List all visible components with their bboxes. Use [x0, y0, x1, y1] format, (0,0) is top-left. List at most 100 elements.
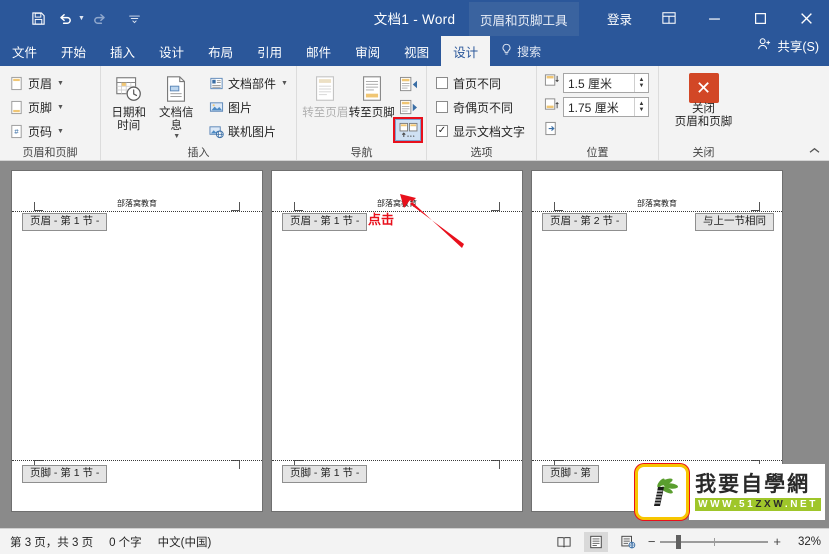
read-mode-view-button[interactable] — [552, 532, 576, 552]
close-button[interactable] — [783, 0, 829, 36]
zoom-slider[interactable]: − + — [648, 534, 781, 549]
doc-info-icon — [160, 73, 192, 105]
ribbon-display-options-icon[interactable] — [646, 0, 691, 36]
save-icon[interactable] — [26, 7, 50, 29]
undo-icon[interactable] — [53, 7, 77, 29]
share-person-icon — [757, 37, 772, 54]
undo-dropdown-icon[interactable]: ▼ — [78, 15, 85, 22]
tab-header-footer-design[interactable]: 设计 — [441, 36, 491, 66]
tab-mailings[interactable]: 邮件 — [294, 36, 343, 66]
document-canvas[interactable]: 部落窝教育 页眉 - 第 1 节 - 页脚 - 第 1 节 - 部落窝教育 页眉… — [0, 161, 829, 528]
word-count[interactable]: 0 个字 — [109, 534, 142, 550]
doc-info-label: 文档信息 — [159, 107, 194, 133]
checkbox-unchecked-icon[interactable] — [436, 101, 448, 113]
quick-parts-button[interactable]: 文档部件 ▼ — [205, 72, 291, 94]
ribbon-group-insert: 日期和时间 文档信息 ▼ 文档部件 ▼ 图片 联机图片 插入 — [100, 66, 296, 160]
language-indicator[interactable]: 中文(中国) — [158, 534, 212, 550]
tab-design[interactable]: 设计 — [147, 36, 196, 66]
ribbon-group-navigation: 转至页眉 转至页脚 导航 — [296, 66, 426, 160]
tab-insert[interactable]: 插入 — [98, 36, 147, 66]
maximize-button[interactable] — [737, 0, 783, 36]
group-label-header-footer: 页眉和页脚 — [22, 147, 78, 159]
quick-access-toolbar: ▼ — [26, 7, 147, 29]
picture-button[interactable]: 图片 — [205, 96, 291, 118]
chevron-down-icon[interactable]: ▼ — [173, 133, 180, 141]
collapse-ribbon-icon[interactable] — [808, 146, 821, 158]
zoom-track[interactable] — [660, 534, 769, 549]
tell-me-search[interactable]: 搜索 — [490, 36, 551, 66]
goto-header-button: 转至页眉 — [302, 71, 349, 120]
print-layout-view-button[interactable] — [583, 531, 608, 552]
spinner-arrows-icon[interactable]: ▲ ▼ — [634, 74, 648, 92]
zoom-in-button[interactable]: + — [773, 534, 781, 549]
tab-review[interactable]: 审阅 — [343, 36, 392, 66]
signin-button[interactable]: 登录 — [607, 9, 632, 28]
previous-section-button[interactable] — [395, 73, 421, 95]
minimize-button[interactable] — [691, 0, 737, 36]
footer-button[interactable]: 页脚 ▼ — [5, 96, 67, 118]
footer-position-value[interactable]: 1.75 厘米 — [568, 99, 634, 116]
zoom-thumb[interactable] — [676, 534, 682, 549]
page-2-footer-tag: 页脚 - 第 1 节 - — [282, 465, 368, 483]
chevron-down-icon[interactable]: ▼ — [57, 80, 64, 87]
watermark-url: WWW.51ZXW.NET — [695, 497, 821, 511]
tab-references[interactable]: 引用 — [245, 36, 294, 66]
chevron-down-icon[interactable]: ▼ — [281, 80, 288, 87]
header-divider — [532, 211, 782, 212]
online-picture-button[interactable]: 联机图片 — [205, 120, 291, 142]
header-button[interactable]: 页眉 ▼ — [5, 72, 67, 94]
chevron-down-icon[interactable]: ▼ — [57, 128, 64, 135]
checkbox-checked-icon[interactable]: ✓ — [436, 125, 448, 137]
different-first-page-label: 首页不同 — [453, 76, 502, 91]
page-2-header-text[interactable]: 部落窝教育 — [272, 198, 522, 209]
different-odd-even-checkbox[interactable]: 奇偶页不同 — [436, 96, 525, 118]
date-time-label: 日期和时间 — [111, 107, 147, 133]
show-document-text-checkbox[interactable]: ✓ 显示文档文字 — [436, 120, 525, 142]
footer-icon — [8, 99, 24, 115]
close-header-footer-button[interactable]: ✕ 关闭 页眉和页脚 — [664, 71, 743, 129]
tab-view[interactable]: 视图 — [392, 36, 441, 66]
page-3-header-text[interactable]: 部落窝教育 — [532, 198, 782, 209]
page-number-label: 页码 — [28, 124, 53, 139]
watermark-title: 我要自學網 — [695, 472, 811, 496]
page-1-header-text[interactable]: 部落窝教育 — [12, 198, 262, 209]
tab-home[interactable]: 开始 — [49, 36, 98, 66]
lightbulb-icon — [500, 43, 513, 60]
checkbox-unchecked-icon[interactable] — [436, 77, 448, 89]
page-number-button[interactable]: # 页码 ▼ — [5, 120, 67, 142]
group-label-navigation: 导航 — [350, 147, 373, 159]
page-info[interactable]: 第 3 页，共 3 页 — [10, 534, 93, 550]
ribbon-group-options: 首页不同 奇偶页不同 ✓ 显示文档文字 选项 — [426, 66, 536, 160]
share-button[interactable]: 共享(S) — [757, 36, 819, 55]
link-to-previous-button[interactable] — [393, 117, 423, 143]
document-page-3[interactable]: 部落窝教育 页眉 - 第 2 节 - 与上一节相同 页脚 - 第 — [532, 171, 782, 511]
tab-layout[interactable]: 布局 — [196, 36, 245, 66]
footer-position-spinner[interactable]: 1.75 厘米 ▲ ▼ — [563, 97, 649, 117]
next-section-button[interactable] — [395, 96, 421, 118]
close-header-footer-icon: ✕ — [688, 73, 719, 103]
different-first-page-checkbox[interactable]: 首页不同 — [436, 72, 525, 94]
different-odd-even-label: 奇偶页不同 — [453, 100, 514, 115]
document-page-1[interactable]: 部落窝教育 页眉 - 第 1 节 - 页脚 - 第 1 节 - — [12, 171, 262, 511]
spinner-arrows-icon[interactable]: ▲ ▼ — [634, 98, 648, 116]
header-position-value[interactable]: 1.5 厘米 — [568, 75, 634, 92]
status-bar-left: 第 3 页，共 3 页 0 个字 中文(中国) — [0, 534, 211, 550]
redo-icon[interactable] — [88, 7, 112, 29]
header-position-spinner[interactable]: 1.5 厘米 ▲ ▼ — [563, 73, 649, 93]
same-as-previous-tag: 与上一节相同 — [695, 213, 774, 231]
document-page-2[interactable]: 部落窝教育 页眉 - 第 1 节 - 页脚 - 第 1 节 - — [272, 171, 522, 511]
zoom-level[interactable]: 32% — [789, 536, 821, 548]
footer-divider — [12, 460, 262, 461]
date-time-button[interactable]: 日期和时间 — [106, 71, 152, 133]
page-3-header-tag: 页眉 - 第 2 节 - — [542, 213, 628, 231]
zoom-out-button[interactable]: − — [648, 534, 656, 549]
tab-file[interactable]: 文件 — [0, 36, 50, 66]
chevron-down-icon[interactable]: ▼ — [57, 104, 64, 111]
document-info-button[interactable]: 文档信息 ▼ — [154, 71, 200, 141]
web-layout-view-button[interactable] — [616, 532, 640, 552]
insert-alignment-tab-row[interactable] — [544, 120, 649, 142]
zoom-track-tick — [714, 537, 716, 546]
goto-footer-button[interactable]: 转至页脚 — [349, 71, 396, 120]
customize-qat-icon[interactable] — [123, 7, 147, 29]
insert-alignment-tab-icon[interactable] — [544, 121, 559, 141]
